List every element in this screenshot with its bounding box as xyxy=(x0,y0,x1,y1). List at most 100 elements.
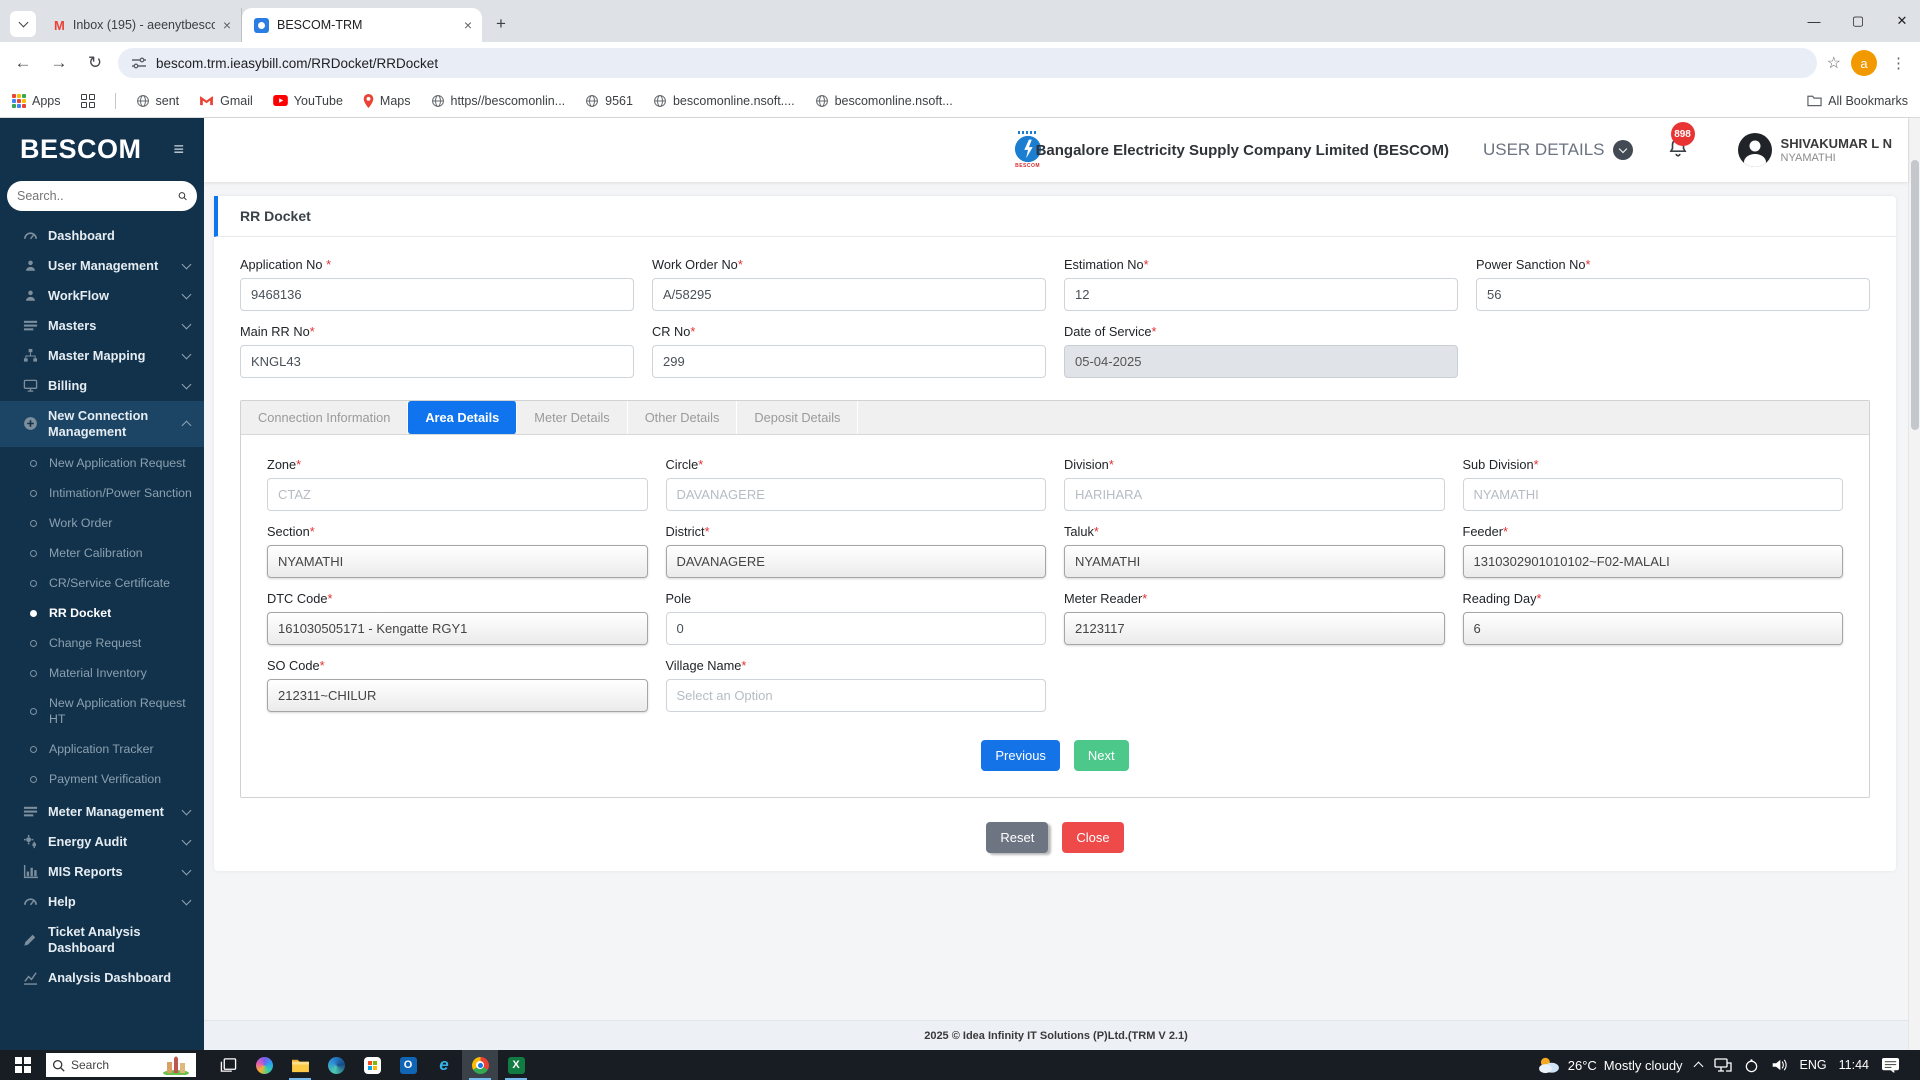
division-input[interactable] xyxy=(1064,478,1445,511)
bookmark-item-bescomonline-nsoft[interactable]: bescomonline.nsoft.... xyxy=(653,94,795,108)
meter-reader-input[interactable] xyxy=(1064,612,1445,645)
next-button[interactable]: Next xyxy=(1073,740,1129,771)
sidebar-search[interactable] xyxy=(7,181,197,211)
meet-now-icon[interactable] xyxy=(1744,1058,1759,1073)
user-details-dropdown[interactable]: USER DETAILS xyxy=(1483,140,1633,160)
sidebar-subitem-cr-service-certificate[interactable]: CR/Service Certificate xyxy=(0,569,204,599)
browser-tab-gmail[interactable]: M Inbox (195) - aeenytbescom@g × xyxy=(42,8,242,42)
work-order-no-input[interactable] xyxy=(652,278,1046,311)
sidebar-subitem-work-order[interactable]: Work Order xyxy=(0,509,204,539)
district-input[interactable] xyxy=(665,545,1046,578)
previous-button[interactable]: Previous xyxy=(981,740,1060,771)
tab-area-details[interactable]: Area Details xyxy=(408,401,518,434)
page-scrollbar[interactable] xyxy=(1908,118,1920,1050)
tab-search-button[interactable] xyxy=(10,11,36,37)
bookmark-item-sent[interactable]: sent xyxy=(136,94,179,108)
bookmark-item-maps[interactable]: Maps xyxy=(363,93,411,108)
user-profile[interactable]: SHIVAKUMAR L N NYAMATHI xyxy=(1737,132,1892,168)
main-rr-no-input[interactable] xyxy=(240,345,634,378)
application-no-input[interactable] xyxy=(240,278,634,311)
sidebar-subitem-intimation-power-sanction[interactable]: Intimation/Power Sanction xyxy=(0,479,204,509)
scrollbar-thumb[interactable] xyxy=(1911,160,1919,430)
tab-connection-information[interactable]: Connection Information xyxy=(241,401,409,434)
tab-other-details[interactable]: Other Details xyxy=(628,401,738,434)
browser-menu-icon[interactable]: ⋮ xyxy=(1887,54,1910,72)
so-code-input[interactable] xyxy=(267,679,648,712)
close-window-icon[interactable]: ✕ xyxy=(1892,13,1912,29)
hamburger-icon[interactable]: ≡ xyxy=(173,139,184,160)
minimize-icon[interactable]: — xyxy=(1804,14,1824,29)
sidebar-subitem-payment-verification[interactable]: Payment Verification xyxy=(0,765,204,795)
circle-input[interactable] xyxy=(665,478,1046,511)
microsoft-store-button[interactable] xyxy=(354,1050,390,1080)
sidebar-subitem-meter-calibration[interactable]: Meter Calibration xyxy=(0,539,204,569)
notification-center-icon[interactable] xyxy=(1881,1057,1900,1074)
date-of-service-input[interactable] xyxy=(1064,345,1458,378)
internet-explorer-button[interactable]: e xyxy=(426,1050,462,1080)
taluk-input[interactable] xyxy=(1064,545,1445,578)
apps-shortcut[interactable]: Apps xyxy=(12,93,61,108)
sidebar-item-meter-management[interactable]: Meter Management xyxy=(0,797,204,827)
excel-button[interactable]: X xyxy=(498,1050,534,1080)
address-bar[interactable]: bescom.trm.ieasybill.com/RRDocket/RRDock… xyxy=(118,48,1817,78)
back-icon[interactable]: ← xyxy=(10,53,36,73)
sub-division-input[interactable] xyxy=(1462,478,1843,511)
sidebar-item-masters[interactable]: Masters xyxy=(0,311,204,341)
sidebar-item-help[interactable]: Help xyxy=(0,887,204,917)
weather-widget[interactable]: 26°C Mostly cloudy xyxy=(1537,1056,1683,1074)
all-bookmarks-button[interactable]: All Bookmarks xyxy=(1807,94,1908,108)
start-button[interactable] xyxy=(0,1050,46,1080)
cr-no-input[interactable] xyxy=(652,345,1046,378)
dtc-code-input[interactable] xyxy=(267,612,648,645)
chrome-button[interactable] xyxy=(462,1050,498,1080)
sidebar-item-workflow[interactable]: WorkFlow xyxy=(0,281,204,311)
grid-bookmark-icon[interactable] xyxy=(80,93,95,108)
feeder-input[interactable] xyxy=(1462,545,1843,578)
file-explorer-button[interactable] xyxy=(282,1050,318,1080)
sidebar-subitem-application-tracker[interactable]: Application Tracker xyxy=(0,735,204,765)
sidebar-search-input[interactable] xyxy=(17,189,178,203)
taskbar-search[interactable]: Search xyxy=(46,1053,196,1077)
village-name-input[interactable] xyxy=(665,679,1046,712)
sidebar-item-new-connection-management[interactable]: New Connection Management xyxy=(0,400,204,447)
sidebar-subitem-rr-docket[interactable]: RR Docket xyxy=(0,599,204,629)
sidebar-subitem-change-request[interactable]: Change Request xyxy=(0,629,204,659)
tab-meter-details[interactable]: Meter Details xyxy=(517,401,628,434)
close-button[interactable]: Close xyxy=(1062,822,1124,853)
section-input[interactable] xyxy=(267,545,648,578)
estimation-no-input[interactable] xyxy=(1064,278,1458,311)
copilot-button[interactable] xyxy=(246,1050,282,1080)
outlook-button[interactable]: O xyxy=(390,1050,426,1080)
bookmark-item-https-bescomonlin[interactable]: https//bescomonlin... xyxy=(431,94,565,108)
sidebar-item-mis-reports[interactable]: MIS Reports xyxy=(0,857,204,887)
network-icon[interactable] xyxy=(1713,1058,1732,1072)
language-indicator[interactable]: ENG xyxy=(1800,1058,1827,1072)
new-tab-button[interactable]: + xyxy=(488,11,514,37)
pole-input[interactable] xyxy=(665,612,1046,645)
close-icon[interactable]: × xyxy=(464,18,472,32)
edge-button[interactable] xyxy=(318,1050,354,1080)
forward-icon[interactable]: → xyxy=(46,53,72,73)
sidebar-subitem-material-inventory[interactable]: Material Inventory xyxy=(0,659,204,689)
bookmark-star-icon[interactable]: ☆ xyxy=(1827,53,1841,73)
browser-tab-bescom-trm[interactable]: BESCOM-TRM × xyxy=(242,8,482,42)
sidebar-item-master-mapping[interactable]: Master Mapping xyxy=(0,341,204,371)
tray-expand-icon[interactable] xyxy=(1693,1061,1703,1072)
sidebar-item-dashboard[interactable]: Dashboard xyxy=(0,221,204,251)
volume-icon[interactable] xyxy=(1771,1058,1788,1072)
sidebar-item-billing[interactable]: Billing xyxy=(0,371,204,401)
bookmark-item-gmail[interactable]: Gmail xyxy=(199,94,253,108)
clock[interactable]: 11:44 xyxy=(1839,1058,1869,1072)
task-view-button[interactable] xyxy=(210,1050,246,1080)
site-settings-icon[interactable] xyxy=(132,57,146,69)
tab-deposit-details[interactable]: Deposit Details xyxy=(737,401,859,434)
sidebar-item-energy-audit[interactable]: Energy Audit xyxy=(0,827,204,857)
sidebar-item-ticket-analysis-dashboard[interactable]: Ticket Analysis Dashboard xyxy=(0,917,204,963)
reset-button[interactable]: Reset xyxy=(986,822,1049,853)
reading-day-input[interactable] xyxy=(1462,612,1843,645)
reload-icon[interactable]: ↻ xyxy=(82,53,108,73)
sidebar-item-analysis-dashboard[interactable]: Analysis Dashboard xyxy=(0,963,204,993)
close-icon[interactable]: × xyxy=(223,18,231,32)
maximize-icon[interactable]: ▢ xyxy=(1848,13,1868,29)
zone-input[interactable] xyxy=(267,478,648,511)
